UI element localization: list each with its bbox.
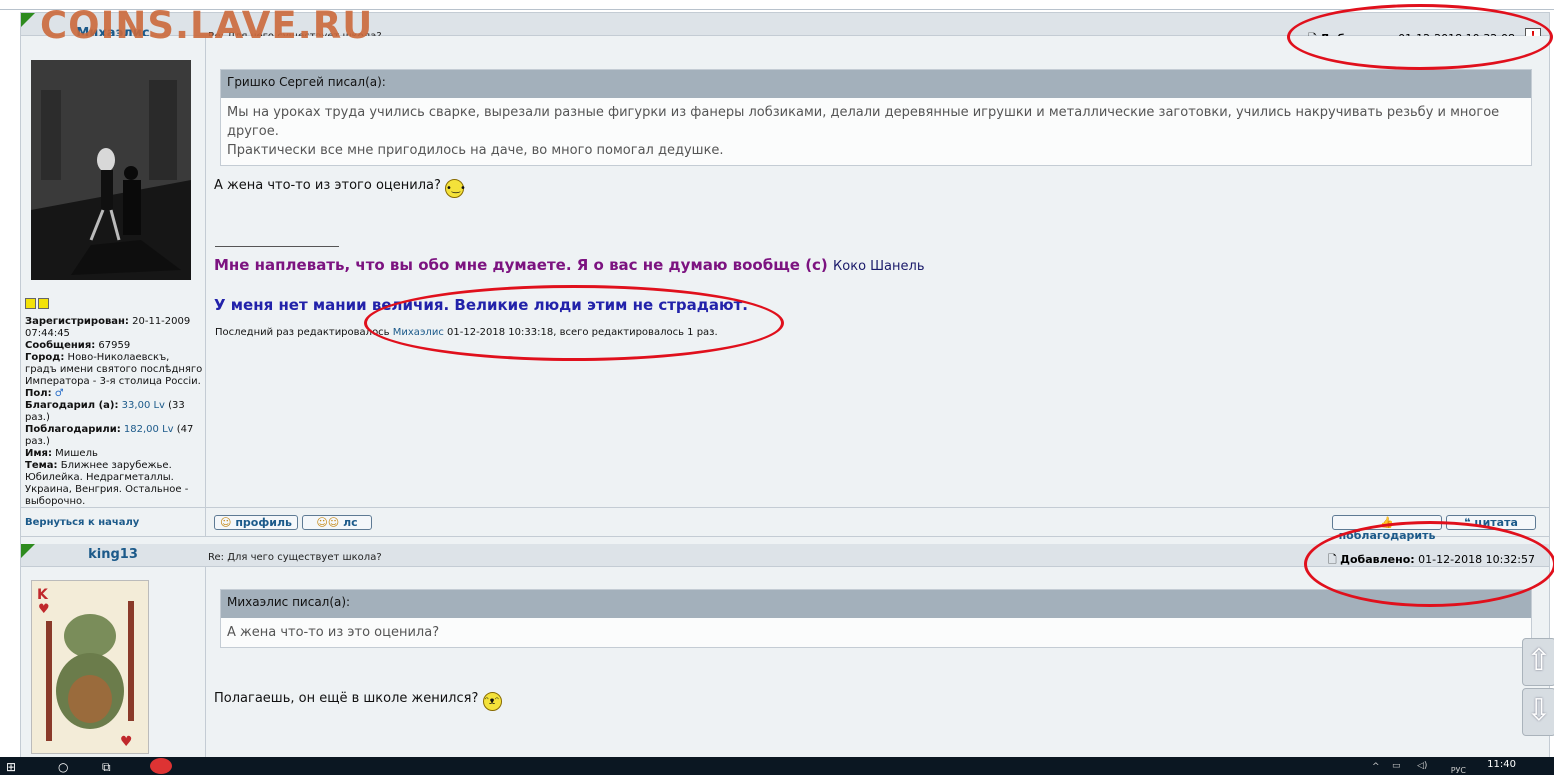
pm-button-label: лс: [343, 516, 358, 529]
author-profile-info: Зарегистрирован: 20-11-2009 07:44:45 Соо…: [25, 298, 203, 508]
network-icon[interactable]: ▭: [1392, 761, 1401, 771]
author-panel: Зарегистрирован: 20-11-2009 07:44:45 Соо…: [21, 36, 206, 507]
signature-quote: Мне наплевать, что вы обо мне думаете. Я…: [214, 256, 925, 274]
quote-block: Михаэлис писал(а): А жена что-то из это …: [220, 589, 1532, 648]
post-message: Полагаешь, он ещё в школе женился? ᵔᴥᵔ: [214, 691, 502, 711]
search-icon[interactable]: ○: [58, 760, 68, 774]
svg-text:K: K: [37, 587, 49, 603]
start-icon[interactable]: ⊞: [6, 760, 16, 774]
quote-text: Мы на уроках труда учились сварке, вырез…: [221, 98, 1531, 165]
message-text: Полагаешь, он ещё в школе женился?: [214, 691, 479, 706]
quote-line-2: Практически все мне пригодилось на даче,…: [227, 143, 724, 158]
post-subject: Re: Для чего существует школа?: [208, 552, 382, 563]
scroll-down-button[interactable]: ⇩: [1522, 688, 1554, 736]
users-icon: ☺☺: [316, 516, 340, 529]
messages-value: 67959: [98, 340, 131, 351]
rank-stars-icon: [25, 298, 203, 313]
quote-author: Михаэлис писал(а):: [221, 590, 1531, 618]
quote-text: А жена что-то из это оценила?: [227, 625, 440, 640]
annotation-ellipse: [364, 285, 784, 361]
pm-button[interactable]: ☺☺ лс: [302, 515, 372, 530]
profile-button-label: профиль: [235, 516, 292, 529]
clock[interactable]: 11:40: [1487, 759, 1516, 770]
task-view-icon[interactable]: ⧉: [102, 760, 111, 775]
post-footer: Вернуться к началу ☺ профиль ☺☺ лс 👍 поб…: [21, 507, 1549, 542]
chrome-icon[interactable]: [150, 758, 172, 774]
watermark-logo: COINS.LAVE.RU: [40, 4, 374, 47]
quote-block: Гришко Сергей писал(а): Мы на уроках тру…: [220, 69, 1532, 166]
scroll-up-button[interactable]: ⇧: [1522, 638, 1554, 686]
city-label: Город:: [25, 352, 65, 363]
topic-label: Тема:: [25, 460, 58, 471]
annotation-ellipse: [1287, 4, 1553, 70]
thanked-amount[interactable]: 33,00 Lv: [122, 400, 165, 411]
post-body: Гришко Сергей писал(а): Мы на уроках тру…: [206, 36, 1549, 507]
author-panel: K ♥ ♥: [21, 567, 206, 758]
thanked-label: Благодарил (а):: [25, 400, 119, 411]
male-icon: ♂: [54, 388, 64, 399]
windows-taskbar: ⊞ ○ ⧉ ^ ▭ ◁) РУС 11:40: [0, 757, 1554, 775]
profile-button[interactable]: ☺ профиль: [214, 515, 298, 530]
signature-divider: [215, 246, 339, 247]
forum-thread: Михаэлис Re: Для чего существует школа? …: [20, 12, 1550, 759]
svg-text:♥: ♥: [120, 734, 133, 750]
footer-divider: [205, 508, 206, 536]
signature-author: Коко Шанель: [833, 259, 925, 274]
thanks-amount[interactable]: 182,00 Lv: [124, 424, 174, 435]
registered-label: Зарегистрирован:: [25, 316, 129, 327]
annotation-ellipse: [1304, 521, 1554, 607]
name-label: Имя:: [25, 448, 52, 459]
thanks-label: Поблагодарили:: [25, 424, 121, 435]
avatar: [31, 60, 191, 280]
laughing-smiley-icon: ᵔᴥᵔ: [482, 692, 502, 711]
sex-label: Пол:: [25, 388, 52, 399]
edit-prefix: Последний раз редактировалось: [215, 327, 390, 338]
volume-icon[interactable]: ◁): [1417, 761, 1427, 771]
message-text: А жена что-то из этого оценила?: [214, 178, 441, 193]
post-message: А жена что-то из этого оценила? •‿•: [214, 178, 466, 198]
tray-up-icon[interactable]: ^: [1372, 762, 1380, 772]
new-post-marker-icon: [21, 13, 35, 27]
svg-text:♥: ♥: [38, 602, 50, 617]
post-author[interactable]: king13: [21, 547, 205, 562]
smiley-icon: •‿•: [445, 179, 466, 198]
name-value: Мишель: [55, 448, 98, 459]
quote-line-1: Мы на уроках труда учились сварке, вырез…: [227, 105, 1500, 139]
signature-line-1: Мне наплевать, что вы обо мне думаете. Я…: [214, 256, 828, 274]
quote-author: Гришко Сергей писал(а):: [221, 70, 1531, 98]
user-icon: ☺: [220, 516, 232, 529]
avatar: K ♥ ♥: [31, 580, 149, 754]
language-indicator[interactable]: РУС: [1451, 766, 1466, 775]
back-to-top-link[interactable]: Вернуться к началу: [25, 517, 139, 528]
messages-label: Сообщения:: [25, 340, 96, 351]
